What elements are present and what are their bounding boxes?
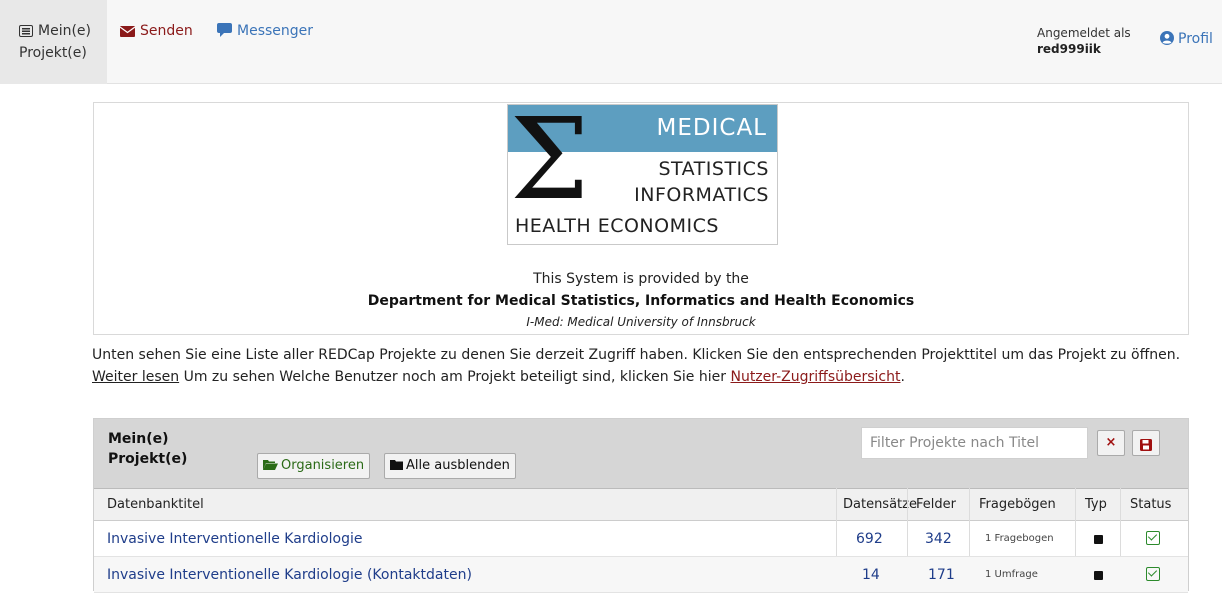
list-icon — [19, 23, 33, 43]
projects-panel-header: Mein(e) Projekt(e) Organisieren Alle aus… — [94, 419, 1188, 488]
folder-open-icon — [263, 455, 278, 479]
nav-send[interactable]: Senden — [119, 21, 193, 43]
hide-all-button[interactable]: Alle ausblenden — [384, 453, 516, 479]
project-record-count: 692 — [856, 531, 883, 547]
nav-profile-label: Profil — [1178, 31, 1213, 47]
folder-icon — [390, 455, 403, 479]
floppy-disk-icon — [1140, 436, 1152, 460]
login-username: red999iik — [1037, 42, 1101, 56]
column-header-title[interactable]: Datenbanktitel — [107, 497, 204, 512]
provider-intro-text: This System is provided by the — [533, 271, 749, 287]
read-more-link[interactable]: Weiter lesen — [92, 369, 179, 385]
user-circle-icon — [1160, 31, 1174, 49]
logo-line-informatics: INFORMATICS — [634, 184, 769, 206]
projects-table-header: Datenbanktitel Datensätze Felder Fragebö… — [94, 488, 1188, 521]
top-navigation: Mein(e) Projekt(e) Senden Messenger Ange… — [0, 0, 1222, 84]
logo-line-statistics: STATISTICS — [658, 158, 769, 180]
project-forms-info: 1 Fragebogen — [985, 533, 1054, 544]
department-name: Department for Medical Statistics, Infor… — [367, 293, 915, 309]
nav-my-projects-label-1: Mein(e) — [38, 23, 91, 39]
project-filter-input[interactable] — [861, 427, 1088, 459]
project-type-icon — [1094, 571, 1103, 580]
user-access-link[interactable]: Nutzer-Zugriffsübersicht — [730, 369, 900, 385]
nav-my-projects-label-2: Projekt(e) — [19, 45, 87, 61]
project-type-icon — [1094, 535, 1103, 544]
intro-text-2: Um zu sehen Welche Benutzer noch am Proj… — [179, 369, 731, 385]
institution-card: Σ MEDICAL STATISTICS INFORMATICS HEALTH … — [93, 102, 1189, 335]
chat-bubble-icon — [217, 23, 232, 43]
hide-all-button-label: Alle ausblenden — [406, 458, 510, 473]
projects-panel: Mein(e) Projekt(e) Organisieren Alle aus… — [93, 418, 1189, 593]
intro-paragraph: Unten sehen Sie eine Liste aller REDCap … — [92, 344, 1202, 388]
project-row: Invasive Interventionelle Kardiologie (K… — [94, 557, 1188, 593]
projects-panel-title-2: Projekt(e) — [108, 451, 188, 467]
nav-send-label: Senden — [140, 23, 193, 39]
status-checkbox-icon — [1146, 531, 1160, 545]
organize-button[interactable]: Organisieren — [257, 453, 371, 479]
project-field-count: 171 — [928, 567, 955, 583]
clear-filter-button[interactable]: × — [1097, 430, 1125, 456]
logo-medical-text: MEDICAL — [656, 115, 767, 141]
project-title-link[interactable]: Invasive Interventionelle Kardiologie (K… — [107, 567, 472, 583]
nav-messenger-label: Messenger — [237, 23, 314, 39]
project-forms-info: 1 Umfrage — [985, 569, 1038, 580]
column-header-forms[interactable]: Fragebögen — [979, 497, 1056, 512]
column-header-fields[interactable]: Felder — [916, 497, 956, 512]
project-title-link[interactable]: Invasive Interventionelle Kardiologie — [107, 531, 363, 547]
projects-panel-title: Mein(e) Projekt(e) — [108, 429, 187, 469]
column-header-type[interactable]: Typ — [1085, 497, 1107, 512]
intro-text-1: Unten sehen Sie eine Liste aller REDCap … — [92, 347, 1181, 363]
login-status-label: Angemeldet als — [1037, 26, 1131, 40]
intro-text-3: . — [900, 369, 905, 385]
status-checkbox-icon — [1146, 567, 1160, 581]
projects-panel-title-1: Mein(e) — [108, 431, 169, 447]
nav-messenger[interactable]: Messenger — [217, 21, 313, 43]
logo-line-health-economics: HEALTH ECONOMICS — [515, 215, 719, 237]
sigma-icon: Σ — [510, 104, 590, 225]
envelope-icon — [119, 23, 136, 43]
save-filter-button[interactable] — [1132, 430, 1160, 456]
project-row: Invasive Interventionelle Kardiologie 69… — [94, 521, 1188, 557]
university-name: I-Med: Medical University of Innsbruck — [526, 315, 756, 329]
organize-button-label: Organisieren — [281, 458, 365, 473]
close-icon: × — [1105, 435, 1117, 450]
nav-profile[interactable]: Profil — [1160, 31, 1213, 49]
institution-logo: Σ MEDICAL STATISTICS INFORMATICS HEALTH … — [507, 104, 778, 245]
column-header-status[interactable]: Status — [1130, 497, 1171, 512]
nav-my-projects[interactable]: Mein(e) Projekt(e) — [19, 21, 109, 63]
project-record-count: 14 — [862, 567, 880, 583]
project-field-count: 342 — [925, 531, 952, 547]
column-header-records[interactable]: Datensätze — [843, 497, 917, 512]
